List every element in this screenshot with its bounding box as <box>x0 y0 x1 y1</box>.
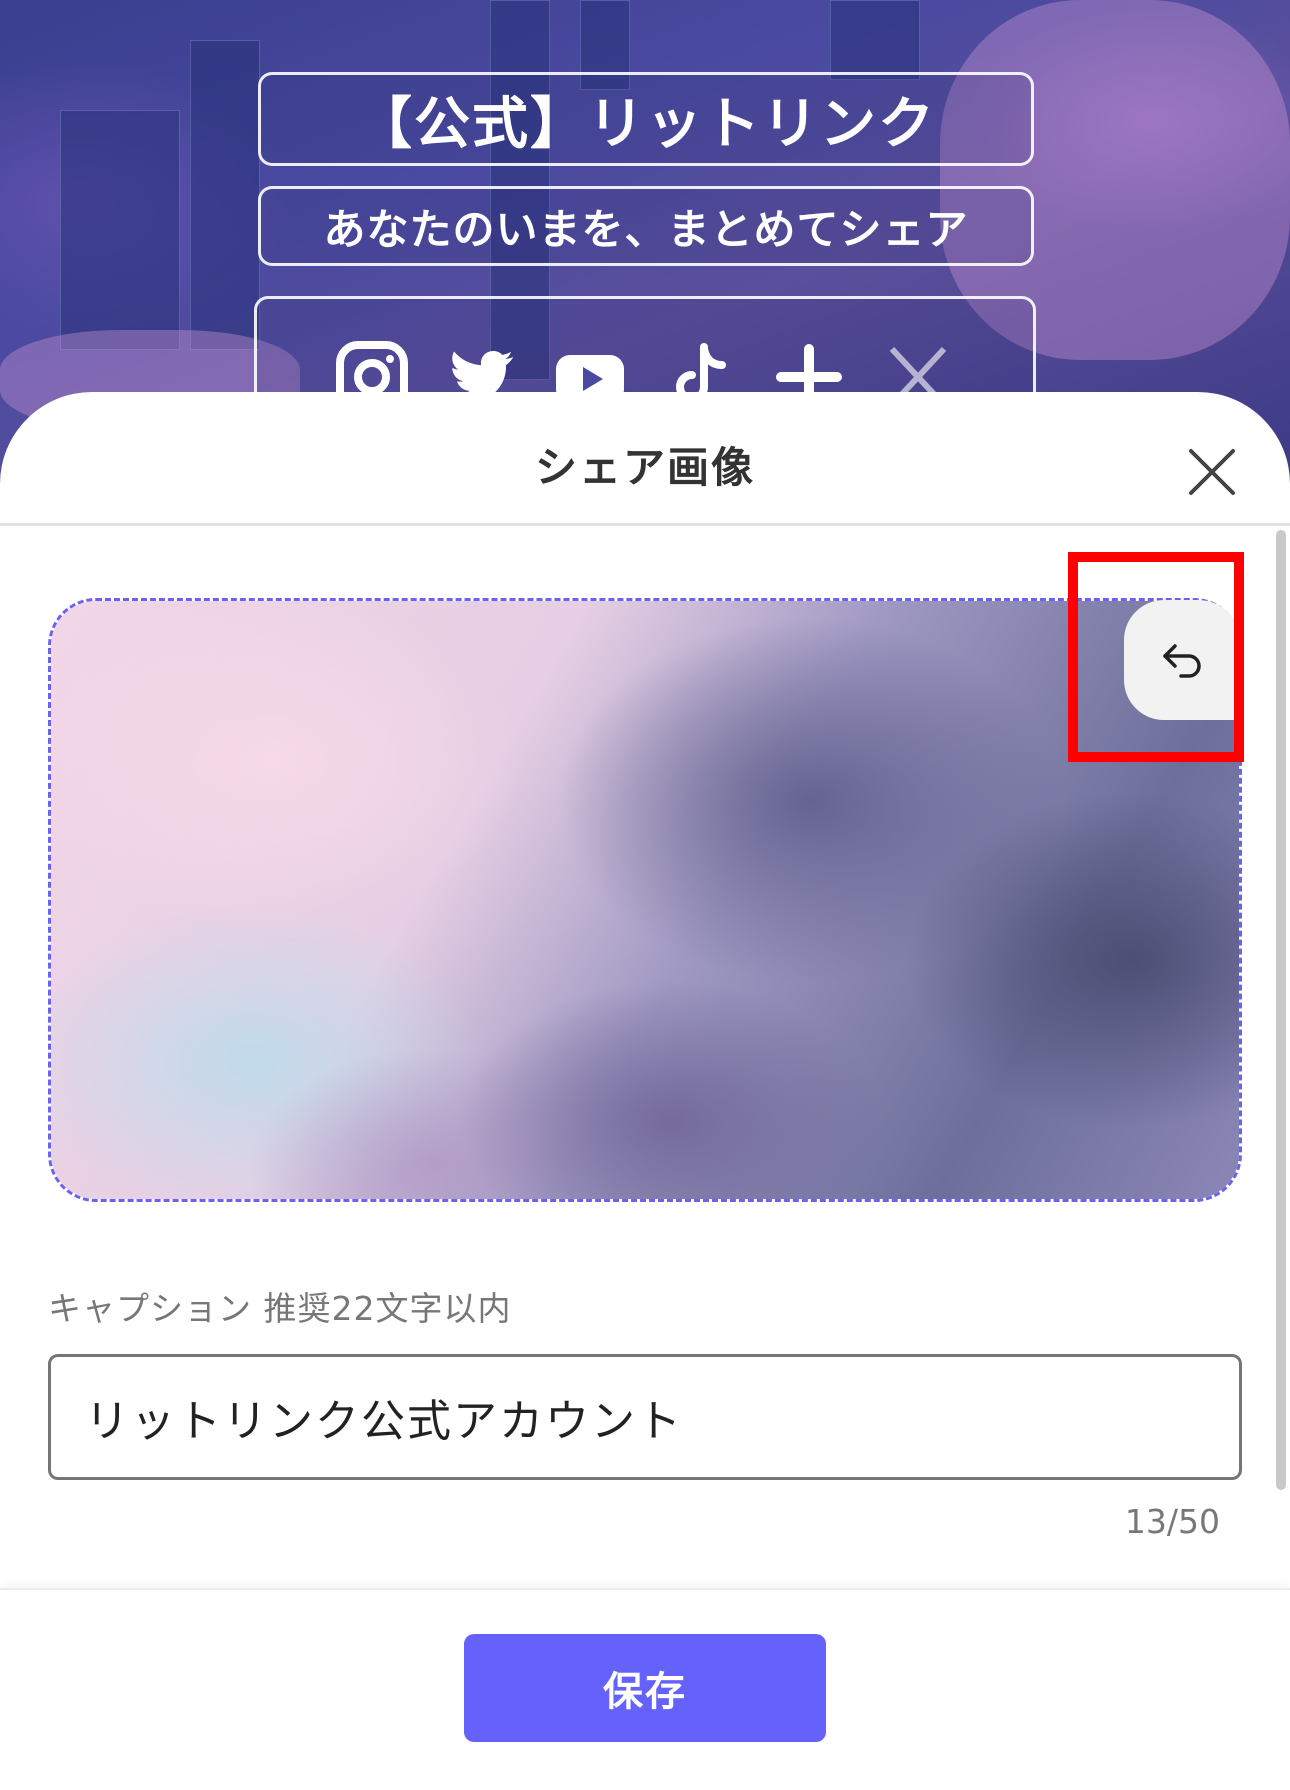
sheet-header: シェア画像 <box>0 392 1290 526</box>
bg-building <box>830 0 920 80</box>
caption-char-count: 13/50 <box>1124 1502 1220 1541</box>
undo-button[interactable] <box>1124 600 1242 720</box>
close-icon <box>1189 449 1235 495</box>
undo-icon <box>1163 644 1201 678</box>
bg-building <box>60 110 180 350</box>
share-image <box>51 601 1239 1199</box>
sheet-footer: 保存 <box>0 1588 1290 1790</box>
profile-tagline[interactable]: あなたのいまを、まとめてシェア <box>258 186 1034 266</box>
profile-title[interactable]: 【公式】リットリンク <box>258 72 1034 166</box>
share-image-frame[interactable] <box>48 598 1242 1202</box>
caption-label: キャプション 推奨22文字以内 <box>48 1289 512 1328</box>
share-image-sheet: シェア画像 キャプション 推奨22文字以内 13/50 保存 <box>0 392 1290 1790</box>
save-button[interactable]: 保存 <box>464 1634 826 1742</box>
scrollbar[interactable] <box>1276 530 1286 1490</box>
close-button[interactable] <box>1184 444 1240 500</box>
bg-building <box>190 40 260 350</box>
caption-input[interactable] <box>48 1354 1242 1480</box>
sheet-title: シェア画像 <box>534 443 755 492</box>
